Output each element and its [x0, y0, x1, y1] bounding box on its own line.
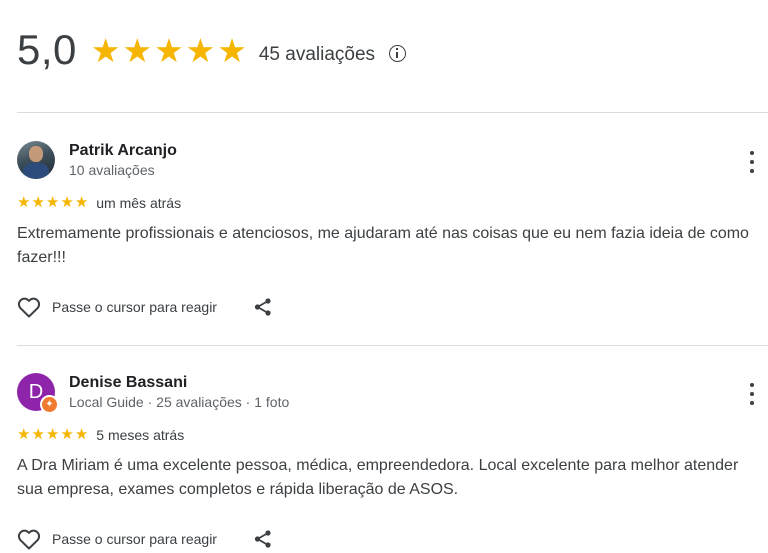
- rating-summary: 5,0 ★ ★ ★ ★ ★ 45 avaliações: [17, 24, 407, 76]
- star-icon: ★: [154, 31, 184, 69]
- review-time: um mês atrás: [96, 194, 182, 211]
- reviewer-meta: 10 avaliações: [69, 162, 155, 178]
- share-icon[interactable]: [253, 297, 273, 317]
- react-label[interactable]: Passe o cursor para reagir: [52, 299, 217, 315]
- reviewer-name[interactable]: Denise Bassani: [69, 374, 187, 392]
- review-card: Patrik Arcanjo 10 avaliações ★★★★★ um mê…: [17, 141, 768, 331]
- review-text: Extremamente profissionais e atenciosos,…: [17, 225, 749, 266]
- react-label[interactable]: Passe o cursor para reagir: [52, 531, 217, 547]
- review-count: 45 avaliações: [258, 44, 376, 65]
- star-icon: ★: [217, 31, 247, 69]
- star-icon: ★: [90, 31, 121, 69]
- average-rating: 5,0: [17, 26, 77, 73]
- star-icon: ★: [31, 426, 45, 443]
- heart-icon[interactable]: [17, 296, 41, 318]
- more-options-icon[interactable]: [748, 151, 756, 173]
- star-icon: ★: [45, 194, 60, 211]
- reviewer-name[interactable]: Patrik Arcanjo: [69, 142, 177, 160]
- review-stars: ★★★★★: [17, 425, 89, 444]
- star-icon: ★: [74, 194, 89, 211]
- divider: [17, 345, 768, 346]
- star-icon: ★: [74, 426, 89, 443]
- star-icon: ★: [17, 426, 31, 443]
- heart-icon[interactable]: [17, 528, 41, 550]
- star-icon: ★: [60, 426, 74, 443]
- divider: [17, 112, 768, 113]
- star-icon: ★: [122, 31, 153, 69]
- avatar[interactable]: [17, 141, 55, 179]
- info-icon[interactable]: [389, 44, 407, 62]
- share-icon[interactable]: [253, 529, 273, 549]
- star-icon: ★: [185, 31, 216, 69]
- avatar[interactable]: D ✦: [17, 373, 59, 414]
- review-time: 5 meses atrás: [96, 426, 185, 443]
- review-rating-row: ★★★★★ 5 meses atrás: [17, 425, 184, 444]
- average-stars: ★ ★ ★ ★ ★: [91, 34, 249, 67]
- reviewer-meta: Local Guide · 25 avaliações · 1 foto: [69, 394, 290, 410]
- star-icon: ★: [60, 194, 74, 211]
- review-card: D ✦ Denise Bassani Local Guide · 25 aval…: [17, 373, 768, 553]
- star-icon: ★: [31, 194, 45, 211]
- local-guide-star-icon: ✦: [40, 395, 59, 414]
- star-icon: ★: [17, 194, 31, 211]
- review-text: A Dra Miriam é uma excelente pessoa, méd…: [17, 457, 739, 498]
- review-actions: Passe o cursor para reagir: [17, 296, 273, 318]
- review-rating-row: ★★★★★ um mês atrás: [17, 193, 181, 212]
- review-actions: Passe o cursor para reagir: [17, 528, 273, 550]
- review-stars: ★★★★★: [17, 193, 89, 212]
- star-icon: ★: [45, 426, 60, 443]
- more-options-icon[interactable]: [748, 383, 756, 405]
